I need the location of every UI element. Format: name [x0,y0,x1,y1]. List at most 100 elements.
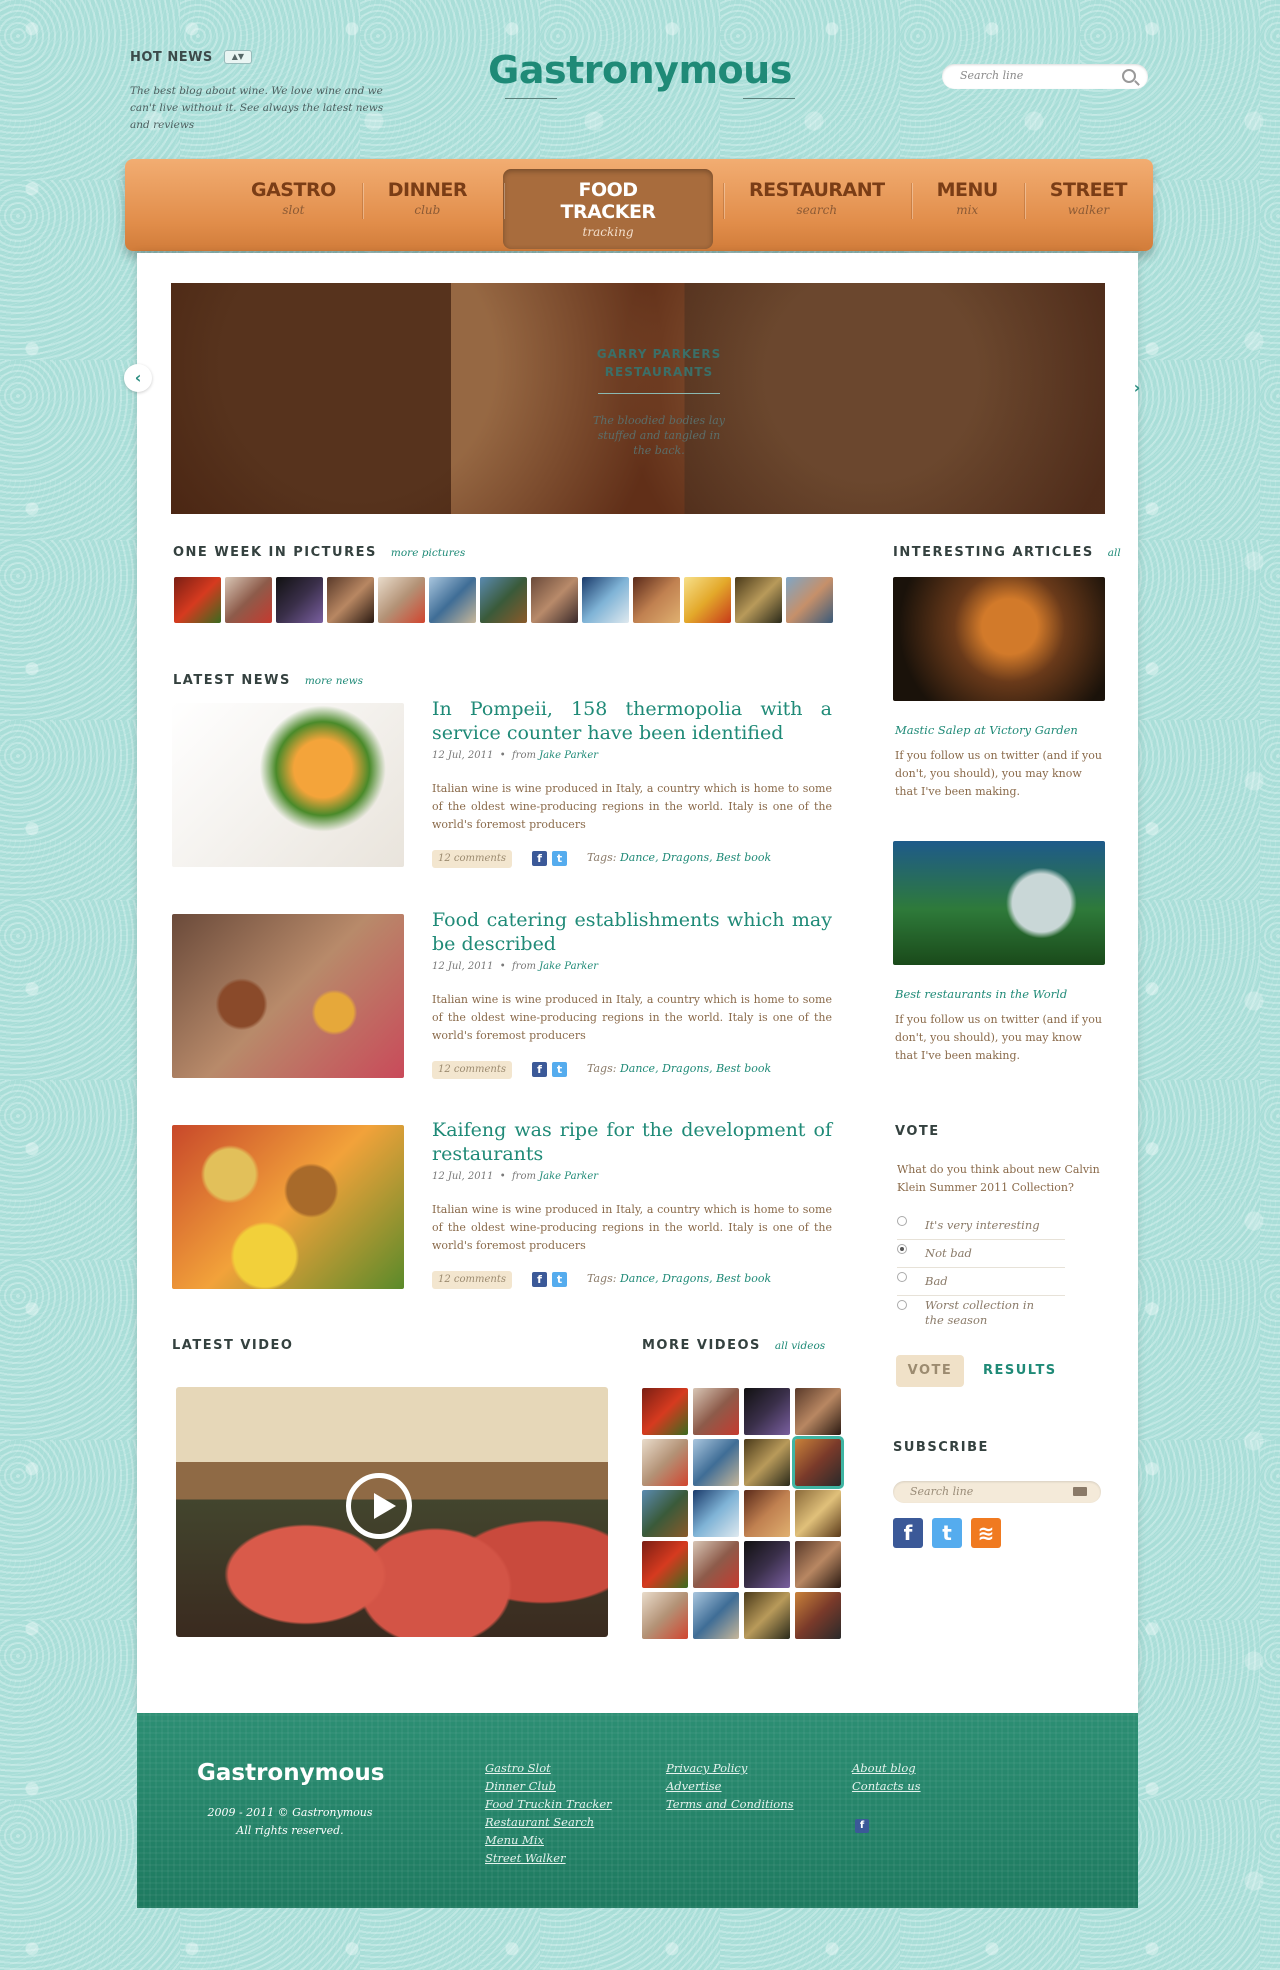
video-thumb[interactable] [693,1592,739,1639]
subscribe-input[interactable]: Search line [893,1481,1101,1503]
video-thumb[interactable] [795,1490,841,1537]
video-thumb[interactable] [642,1490,688,1537]
footer-link[interactable]: Dinner Club [485,1777,612,1795]
video-thumb[interactable] [795,1541,841,1588]
picture-thumb[interactable] [378,577,425,623]
comments-badge[interactable]: 12 comments [432,1271,512,1289]
news-title[interactable]: In Pompeii, 158 thermopolia with a servi… [432,697,832,745]
picture-thumb[interactable] [276,577,323,623]
slider-prev-icon[interactable]: ‹ [124,364,152,392]
video-thumb[interactable] [693,1490,739,1537]
comments-badge[interactable]: 12 comments [432,850,512,868]
picture-thumb[interactable] [684,577,731,623]
video-thumb[interactable] [642,1439,688,1486]
news-image[interactable] [172,1125,404,1289]
twitter-icon[interactable]: t [552,1062,567,1077]
tags-list[interactable]: Dance, Dragons, Best book [620,1062,771,1075]
article-title[interactable]: Mastic Salep at Victory Garden [895,723,1078,737]
mail-icon[interactable] [1073,1487,1087,1496]
search-icon[interactable] [1122,69,1136,83]
picture-thumb[interactable] [735,577,782,623]
picture-thumb[interactable] [174,577,221,623]
nav-item-menu[interactable]: MENU mix [910,169,1024,249]
video-thumb[interactable] [744,1439,790,1486]
nav-item-gastro[interactable]: GASTRO slot [225,169,362,249]
footer-logo[interactable]: Gastronymous [197,1760,384,1786]
news-title[interactable]: Food catering establishments which may b… [432,908,832,956]
picture-thumb[interactable] [531,577,578,623]
twitter-icon[interactable]: t [932,1518,962,1548]
footer-link[interactable]: Advertise [666,1777,794,1795]
nav-item-dinner[interactable]: DINNER club [361,169,493,249]
radio-icon[interactable] [897,1216,907,1226]
all-videos-link[interactable]: all videos [775,1340,825,1352]
slider-next-icon[interactable]: › [1123,374,1151,402]
footer-link[interactable]: Contacts us [852,1777,921,1795]
vote-option[interactable]: Worst collection in the season [897,1298,1065,1334]
radio-icon[interactable] [897,1272,907,1282]
news-image[interactable] [172,914,404,1078]
article-image[interactable] [893,841,1105,965]
video-thumb[interactable] [693,1541,739,1588]
news-title[interactable]: Kaifeng was ripe for the development of … [432,1118,832,1166]
video-thumb[interactable] [642,1388,688,1435]
results-button[interactable]: RESULTS [983,1363,1057,1378]
footer-link[interactable]: Restaurant Search [485,1813,612,1831]
news-author[interactable]: Jake Parker [539,1171,598,1182]
facebook-icon[interactable]: f [532,1272,547,1287]
play-icon[interactable] [346,1473,412,1539]
video-thumb[interactable] [642,1592,688,1639]
article-title[interactable]: Best restaurants in the World [895,987,1067,1001]
search-input[interactable]: Search line [942,64,1148,89]
comments-badge[interactable]: 12 comments [432,1061,512,1079]
rss-icon[interactable]: ≋ [971,1518,1001,1548]
picture-thumb[interactable] [633,577,680,623]
video-thumb[interactable] [693,1388,739,1435]
video-thumb[interactable] [744,1541,790,1588]
footer-link[interactable]: Privacy Policy [666,1759,794,1777]
picture-thumb[interactable] [786,577,833,623]
tags-list[interactable]: Dance, Dragons, Best book [620,851,771,864]
video-thumb[interactable] [744,1388,790,1435]
video-thumb[interactable] [795,1388,841,1435]
news-image[interactable] [172,703,404,867]
more-news-link[interactable]: more news [305,675,363,687]
more-pictures-link[interactable]: more pictures [391,547,465,559]
radio-icon-selected[interactable] [897,1244,907,1254]
nav-item-food-tracker[interactable]: FOOD TRACKER tracking [503,169,714,249]
picture-thumb[interactable] [480,577,527,623]
radio-icon[interactable] [897,1300,907,1310]
picture-thumb[interactable] [327,577,374,623]
logo-text[interactable]: Gastronymous [488,48,792,92]
footer-link[interactable]: Street Walker [485,1849,612,1867]
footer-link[interactable]: Menu Mix [485,1831,612,1849]
vote-option[interactable]: Not bad [897,1242,1065,1268]
twitter-icon[interactable]: t [552,1272,567,1287]
footer-facebook-icon[interactable]: f [855,1819,869,1833]
news-author[interactable]: Jake Parker [539,961,598,972]
news-author[interactable]: Jake Parker [539,750,598,761]
article-image[interactable] [893,577,1105,701]
video-thumb[interactable] [744,1490,790,1537]
facebook-icon[interactable]: f [532,851,547,866]
vote-button[interactable]: VOTE [896,1355,964,1387]
footer-link[interactable]: Gastro Slot [485,1759,612,1777]
video-thumb[interactable] [744,1592,790,1639]
picture-thumb[interactable] [582,577,629,623]
tags-list[interactable]: Dance, Dragons, Best book [620,1272,771,1285]
facebook-icon[interactable]: f [893,1518,923,1548]
video-thumb[interactable] [642,1541,688,1588]
vote-option[interactable]: Bad [897,1270,1065,1296]
footer-link[interactable]: Food Truckin Tracker [485,1795,612,1813]
footer-link[interactable]: Terms and Conditions [666,1795,794,1813]
picture-thumb[interactable] [429,577,476,623]
twitter-icon[interactable]: t [552,851,567,866]
vote-option[interactable]: It's very interesting [897,1214,1065,1240]
video-thumb-active[interactable] [792,1436,844,1489]
footer-link[interactable]: About blog [852,1759,921,1777]
video-thumb[interactable] [795,1592,841,1639]
facebook-icon[interactable]: f [532,1062,547,1077]
picture-thumb[interactable] [225,577,272,623]
nav-item-street[interactable]: STREET walker [1023,169,1153,249]
nav-item-restaurant[interactable]: RESTAURANT search [723,169,911,249]
